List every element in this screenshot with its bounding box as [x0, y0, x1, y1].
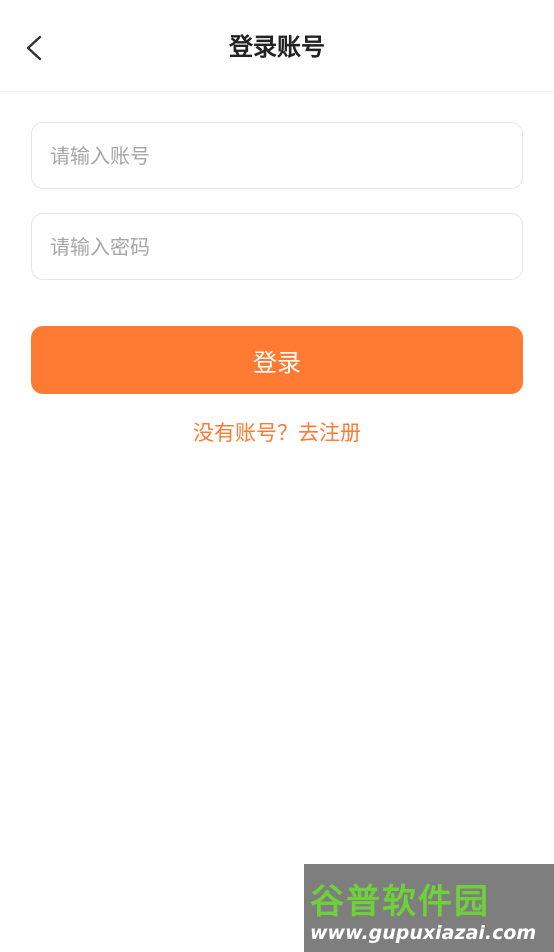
watermark-url: www.gupuxiazai.com [310, 922, 537, 944]
page-title: 登录账号 [229, 33, 325, 61]
register-link[interactable]: 没有账号？去注册 [0, 418, 554, 448]
password-field[interactable] [31, 213, 523, 280]
account-field[interactable] [31, 122, 523, 189]
password-input[interactable] [50, 214, 500, 279]
account-input[interactable] [50, 123, 500, 188]
login-button[interactable]: 登录 [31, 326, 523, 394]
watermark-name: 谷普软件园 [310, 882, 490, 922]
top-bar: 登录账号 [0, 0, 554, 92]
watermark: 谷普软件园 www.gupuxiazai.com [304, 864, 554, 952]
